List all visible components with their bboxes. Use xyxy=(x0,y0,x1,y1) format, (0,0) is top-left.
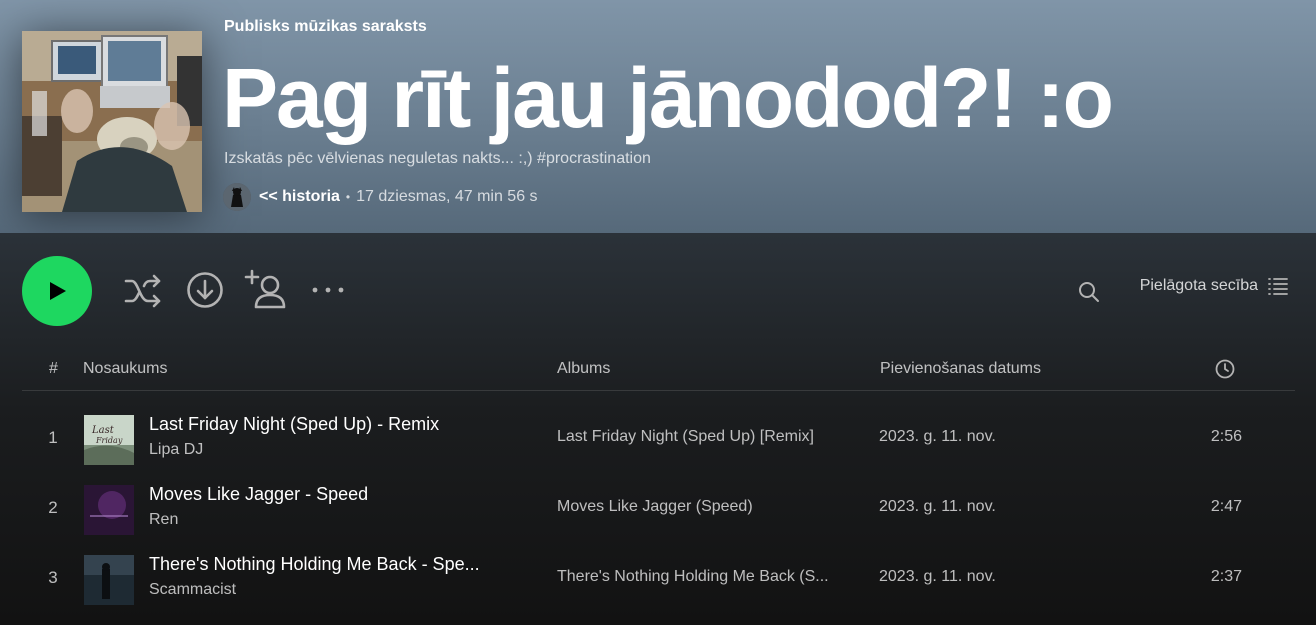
tracklist-header: # Nosaukums Albums Pievienošanas datums xyxy=(22,348,1295,391)
track-duration: 2:56 xyxy=(1210,428,1242,445)
sort-order-label: Pielāgota secība xyxy=(1139,277,1258,294)
playlist-meta: << historia • 17 dziesmas, 47 min 56 s xyxy=(223,182,538,212)
search-in-playlist-button[interactable] xyxy=(1076,279,1102,305)
header-duration[interactable] xyxy=(1215,359,1235,384)
track-duration: 2:37 xyxy=(1210,568,1242,585)
sort-order-button[interactable]: Pielāgota secība xyxy=(1140,277,1288,295)
meta-separator: • xyxy=(345,190,351,204)
header-album[interactable]: Albums xyxy=(557,360,610,378)
track-album-link[interactable]: There's Nothing Holding Me Back (S... xyxy=(557,568,829,586)
playlist-cover-image[interactable] xyxy=(22,31,202,212)
owner-name-link[interactable]: << historia xyxy=(259,188,340,206)
more-options-button[interactable] xyxy=(309,278,347,302)
track-date-added: 2023. g. 11. nov. xyxy=(879,568,996,585)
add-user-icon xyxy=(244,269,286,309)
header-title[interactable]: Nosaukums xyxy=(83,360,167,378)
owner-avatar[interactable] xyxy=(223,183,251,211)
track-row[interactable]: 2 Moves Like Jagger - Speed Ren Moves Li… xyxy=(22,474,1295,544)
track-album-link[interactable]: Moves Like Jagger (Speed) xyxy=(557,498,753,516)
svg-text:Friday: Friday xyxy=(95,436,123,445)
track-artist-link[interactable]: Ren xyxy=(149,511,178,529)
action-bar: Pielāgota secība xyxy=(0,233,1316,348)
track-row[interactable]: 1 Last Friday Last Friday Night (Sped Up… xyxy=(22,404,1295,474)
list-icon xyxy=(1268,278,1288,295)
playlist-title[interactable]: Pag rīt jau jānodod?! :o xyxy=(222,50,1114,146)
shuffle-icon xyxy=(124,274,161,308)
track-number: 2 xyxy=(48,498,58,517)
track-number: 3 xyxy=(48,568,58,587)
download-button[interactable] xyxy=(185,270,225,310)
track-date-added: 2023. g. 11. nov. xyxy=(879,428,996,445)
search-icon xyxy=(1079,282,1099,302)
invite-collaborator-button[interactable] xyxy=(244,268,288,310)
playlist-type-label: Publisks mūzikas saraksts xyxy=(224,18,427,35)
shuffle-button[interactable] xyxy=(122,271,164,311)
track-cover-thumbnail: Last Friday xyxy=(84,415,134,465)
track-cover-thumbnail xyxy=(84,555,134,605)
track-date-added: 2023. g. 11. nov. xyxy=(879,498,996,515)
playlist-stats: 17 dziesmas, 47 min 56 s xyxy=(356,188,538,205)
track-number: 1 xyxy=(48,428,58,447)
header-date-added[interactable]: Pievienošanas datums xyxy=(880,360,1041,378)
play-icon xyxy=(50,282,66,300)
track-title-link[interactable]: Moves Like Jagger - Speed xyxy=(149,484,368,505)
track-title-link[interactable]: There's Nothing Holding Me Back - Spe... xyxy=(149,554,480,575)
header-number: # xyxy=(49,360,58,377)
download-icon xyxy=(187,272,223,308)
more-options-icon xyxy=(312,287,344,293)
track-cover-thumbnail xyxy=(84,485,134,535)
track-row[interactable]: 3 There's Nothing Holding Me Back - Spe.… xyxy=(22,544,1295,614)
track-album-link[interactable]: Last Friday Night (Sped Up) [Remix] xyxy=(557,428,814,446)
clock-icon xyxy=(1215,359,1235,379)
track-title-link[interactable]: Last Friday Night (Sped Up) - Remix xyxy=(149,414,439,435)
track-artist-link[interactable]: Scammacist xyxy=(149,581,236,599)
track-artist-link[interactable]: Lipa DJ xyxy=(149,441,203,459)
play-button[interactable] xyxy=(22,256,92,326)
playlist-description: Izskatās pēc vēlvienas neguletas nakts..… xyxy=(224,150,651,167)
track-duration: 2:47 xyxy=(1210,498,1242,515)
svg-text:Last: Last xyxy=(91,425,115,436)
playlist-header: Publisks mūzikas saraksts Pag rīt jau jā… xyxy=(0,0,1316,233)
